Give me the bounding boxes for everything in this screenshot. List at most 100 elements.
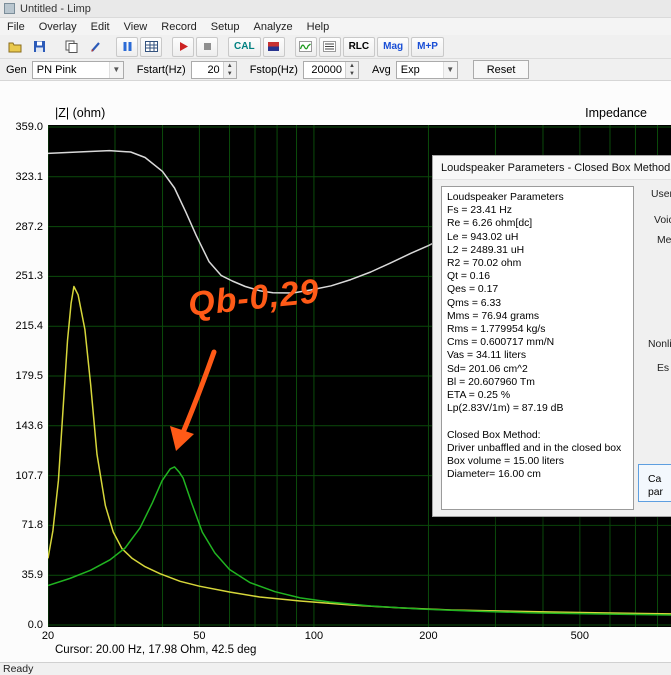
x-tick-label: 50 [193,630,206,642]
menu-help[interactable]: Help [300,20,337,34]
spin-down-icon[interactable]: ▼ [345,69,358,78]
parameter-line [447,415,628,428]
floppy-disk-icon [33,41,45,52]
play-record-button[interactable] [172,36,194,57]
spinner-arrows[interactable]: ▲ ▼ [222,61,236,78]
parameter-line: Diameter= 16.00 cm [447,469,541,481]
main-toolbar: CAL RLC Mag M+P [0,35,671,59]
y-tick-label: 143.6 [15,419,43,432]
fstart-stepper[interactable]: 20 ▲ ▼ [190,60,237,79]
spectrum-view-button[interactable] [318,36,341,57]
annotation-arrow [179,349,217,438]
y-tick-label: 323.1 [15,170,43,183]
cursor-readout: Cursor: 20.00 Hz, 17.98 Ohm, 42.5 deg [55,644,257,656]
dialog-title-text: Loudspeaker Parameters - Closed Box Meth… [441,161,671,174]
loudspeaker-parameters-dialog: Loudspeaker Parameters - Closed Box Meth… [432,155,671,517]
spinner-arrows[interactable]: ▲ ▼ [344,61,358,78]
parameter-line: L2 = 2489.31 uH [447,244,525,256]
magnitude-phase-button[interactable]: M+P [411,36,444,57]
menu-bar: File Overlay Edit View Record Setup Anal… [0,18,671,35]
y-tick-label: 179.5 [15,370,43,382]
parameter-line: ETA = 0.25 % [447,390,511,402]
color-scheme-icon [268,42,280,51]
y-tick-label: 35.9 [21,569,43,582]
spin-down-icon[interactable]: ▼ [223,69,236,78]
generator-type-select[interactable]: PN Pink ▼ [31,60,124,79]
menu-file[interactable]: File [0,20,32,34]
pen-setup-button[interactable] [84,37,106,57]
fstop-stepper[interactable]: 20000 ▲ ▼ [302,60,359,79]
menu-record[interactable]: Record [154,20,203,34]
menu-view[interactable]: View [117,20,155,34]
save-button[interactable] [28,37,50,57]
generator-bar: Gen PN Pink ▼ Fstart(Hz) 20 ▲ ▼ Fstop(Hz)… [0,59,671,81]
status-text: Ready [3,663,34,675]
generator-type-value: PN Pink [36,63,77,76]
averaging-select[interactable]: Exp ▼ [395,60,458,79]
averaging-value: Exp [400,63,420,76]
parameter-line: Closed Box Method: [447,429,541,441]
y-axis-label: |Z| (ohm) [55,106,106,120]
magnitude-button[interactable]: Mag [377,36,410,57]
spin-up-icon[interactable]: ▲ [345,61,358,70]
chevron-down-icon[interactable]: ▼ [442,61,457,78]
stop-icon [203,43,211,50]
table-view-button[interactable] [140,36,162,57]
y-tick-label: 359.0 [15,121,43,133]
menu-overlay[interactable]: Overlay [32,20,84,34]
y-tick-label: 71.8 [21,519,43,532]
calibrate-button[interactable]: CAL [228,36,261,57]
open-folder-icon [8,42,21,53]
waveform-icon [299,41,313,52]
color-scheme-button[interactable] [262,36,285,57]
chevron-down-icon[interactable]: ▼ [108,61,123,78]
dialog-title-bar[interactable]: Loudspeaker Parameters - Closed Box Meth… [433,156,671,180]
parameter-line: Cms = 0.600717 mm/N [447,337,555,349]
dialog-label-fragment: User [651,189,671,200]
menu-edit[interactable]: Edit [84,20,117,34]
title-bar: Untitled - Limp [0,0,671,18]
parameter-line: Vas = 34.11 liters [447,350,527,362]
menu-analyze[interactable]: Analyze [246,20,299,34]
dialog-label-fragment: Es [657,363,670,374]
y-tick-label: 0.0 [27,619,43,631]
parameter-line: Re = 6.26 ohm[dc] [447,218,533,230]
open-file-button[interactable] [4,37,26,57]
signal-view-button[interactable] [294,36,317,57]
reset-button[interactable]: Reset [472,60,530,79]
parameter-line: Box volume = 15.00 liters [447,456,564,468]
parameter-line: Lp(2.83V/1m) = 87.19 dB [447,403,564,415]
fstart-value: 20 [207,63,220,76]
stop-button[interactable] [196,36,218,57]
dialog-label-fragment: Voic [654,215,671,226]
pen-icon [90,42,100,52]
avg-label: Avg [371,63,391,76]
spin-up-icon[interactable]: ▲ [223,61,236,70]
pause-icon [123,42,131,51]
parameter-line: Le = 943.02 uH [447,231,519,243]
parameter-line: Fs = 23.41 Hz [447,205,512,217]
parameter-line: Qms = 6.33 [447,297,501,309]
rlc-button[interactable]: RLC [342,36,376,57]
calculate-parameters-button[interactable]: Ca par [638,464,671,502]
limp-application-window: Untitled - Limp File Overlay Edit View R… [0,0,671,675]
x-tick-label: 20 [41,630,55,642]
parameter-line: R2 = 70.02 ohm [447,258,522,270]
x-tick-label: 500 [570,630,590,642]
calc-button-line1: Ca [648,473,662,485]
pause-button[interactable] [116,36,138,57]
parameter-line: Mms = 76.94 grams [447,310,540,322]
parameter-line: Qes = 0.17 [447,284,499,296]
y-tick-label: 287.2 [15,220,43,233]
copy-button[interactable] [60,37,82,57]
calc-button-line2: par [648,486,664,498]
play-icon [179,42,188,51]
fstop-label: Fstop(Hz) [249,63,298,76]
x-tick-label: 200 [419,630,438,642]
parameter-line: Sd= 201.06 cm^2 [447,363,528,375]
app-icon [4,3,15,14]
menu-setup[interactable]: Setup [204,20,247,34]
y-tick-label: 215.4 [15,320,43,333]
parameter-line: Bl = 20.607960 Tm [447,376,535,388]
y-tick-label: 251.3 [15,270,43,283]
